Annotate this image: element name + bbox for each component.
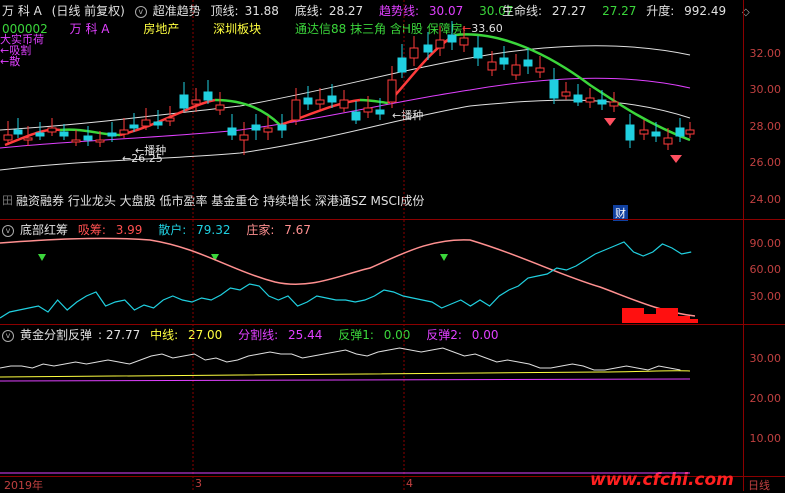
xichou-bar-5 [690, 319, 698, 323]
candle-body [3, 134, 13, 141]
upper-band-line [0, 45, 691, 131]
golden-price-line [0, 347, 681, 371]
candle-body [651, 131, 661, 137]
candle-body [597, 99, 607, 105]
p2-y-label-60: 60.00 [749, 263, 782, 276]
candle-body [227, 127, 237, 136]
candle-body [675, 127, 685, 137]
p3-y-label-10: 10.00 [749, 432, 782, 445]
chart-canvas [0, 0, 698, 491]
candle-body [435, 39, 445, 49]
trend-green-2 [214, 98, 281, 126]
candle-body [71, 139, 81, 143]
candle-body [129, 124, 139, 129]
candle-body [291, 99, 301, 121]
candle-body [363, 107, 373, 113]
candle-body [639, 129, 649, 135]
candle-body [685, 129, 695, 135]
candle-body [339, 99, 349, 109]
trend-green-3 [359, 98, 389, 105]
candle-body [35, 132, 45, 137]
y-label-24: 24.00 [749, 193, 782, 206]
candle-body [107, 132, 117, 137]
candle-body [397, 57, 407, 73]
p2-y-label-90: 90.00 [749, 237, 782, 250]
candle-body [327, 95, 337, 103]
candle-body [511, 64, 521, 76]
xichou-bar-3 [656, 308, 678, 323]
candle-body [459, 37, 469, 46]
candle-body [95, 139, 105, 143]
candle-body [561, 91, 571, 97]
candle-body [191, 99, 201, 105]
candle-body [535, 67, 545, 73]
xichou-bar-1 [622, 308, 644, 323]
candle-body [447, 34, 457, 43]
y-label-26: 26.00 [749, 156, 782, 169]
lower-band-line [0, 99, 691, 171]
candle-body [499, 57, 509, 65]
p3-y-label-30: 30.00 [749, 352, 782, 365]
xichou-bar-2 [644, 314, 656, 323]
candle-body [251, 124, 261, 131]
candle-body [315, 99, 325, 105]
candle-body [119, 129, 129, 135]
diamond-marker-1 [604, 118, 616, 126]
triangle-marker-1 [38, 254, 46, 261]
diamond-marker-2 [670, 155, 682, 163]
candle-body [663, 137, 673, 145]
candle-body [609, 101, 619, 107]
sanhu-line [0, 241, 692, 319]
candle-body [239, 134, 249, 141]
candle-body [585, 97, 595, 103]
xichou-bar-4 [678, 316, 690, 323]
y-label-30: 30.00 [749, 83, 782, 96]
y-label-28: 28.00 [749, 120, 782, 133]
candle-body [375, 109, 385, 115]
golden-mid-line [0, 370, 691, 378]
y-axis-line [743, 0, 744, 491]
candle-body [203, 91, 213, 101]
candle-body [573, 94, 583, 103]
candle-body [473, 47, 483, 59]
candle-body [165, 117, 175, 122]
candle-body [549, 79, 559, 99]
triangle-marker-3 [440, 254, 448, 261]
candle-body [179, 94, 189, 109]
candle-body [625, 124, 635, 141]
candle-body [351, 111, 361, 121]
candlestick-group [3, 21, 695, 155]
golden-fen-line [0, 378, 691, 382]
candle-body [423, 44, 433, 53]
candle-body [141, 119, 151, 127]
candle-body [23, 137, 33, 141]
candle-body [387, 79, 397, 103]
p2-y-label-30: 30.00 [749, 290, 782, 303]
candle-body [303, 97, 313, 105]
purple-band-line [0, 77, 691, 149]
candle-body [13, 129, 23, 135]
candle-body [263, 127, 273, 133]
candle-body [487, 61, 497, 71]
candle-body [523, 59, 533, 67]
candle-body [409, 47, 419, 59]
candle-body [153, 121, 163, 126]
candle-body [215, 104, 225, 111]
y-label-32: 32.00 [749, 47, 782, 60]
candle-body [47, 127, 57, 133]
candle-body [59, 131, 69, 137]
candle-body [277, 124, 287, 131]
candle-body [83, 135, 93, 141]
p3-y-label-20: 20.00 [749, 392, 782, 405]
